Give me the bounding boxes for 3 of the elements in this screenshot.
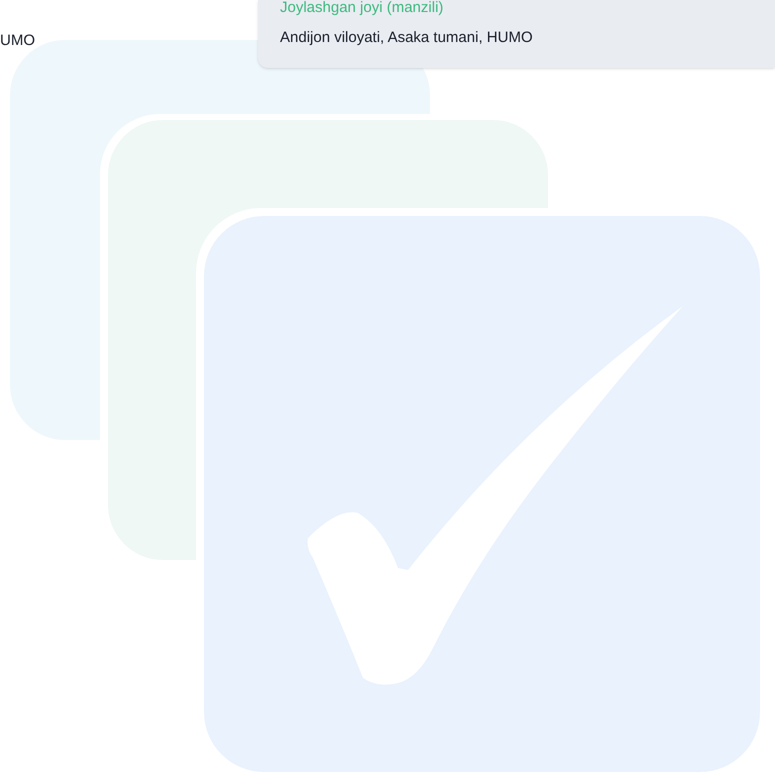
location-label: Joylashgan joyi (manzili) xyxy=(280,0,444,18)
address-text: UMO xyxy=(0,31,36,51)
location-value: Andijon viloyati, Asaka tumani, HUMO xyxy=(280,28,534,48)
